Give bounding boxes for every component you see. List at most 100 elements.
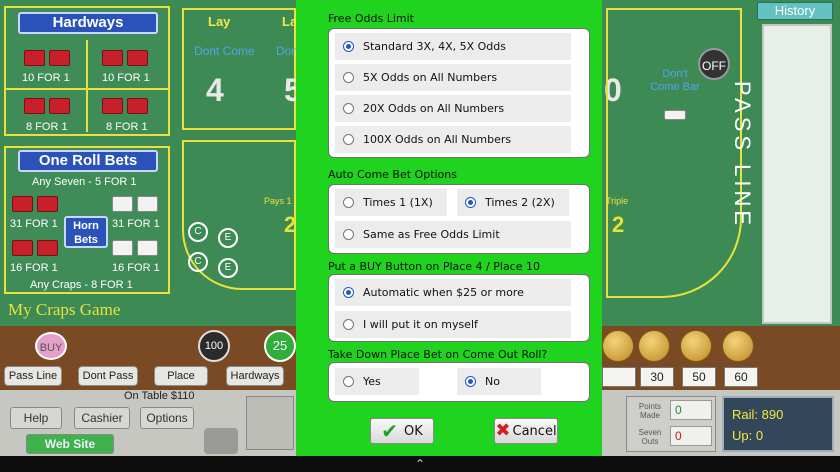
points-made-label: Points Made — [638, 402, 662, 420]
hard-10-dice[interactable] — [24, 50, 70, 66]
auto-come-option-same[interactable]: Same as Free Odds Limit — [335, 221, 571, 248]
points-made-value: 0 — [670, 400, 712, 420]
craps-e-button-2[interactable]: E — [218, 258, 238, 278]
craps-e-button[interactable]: E — [218, 228, 238, 248]
on-table-amount: On Table $110 — [124, 390, 195, 402]
up-amount: Up: 0 — [732, 428, 764, 443]
buy-option-automatic[interactable]: Automatic when $25 or more — [335, 279, 571, 306]
close-icon: ✖ — [495, 420, 511, 441]
checkmark-icon: ✔ — [381, 419, 398, 443]
one-roll-panel: One Roll Bets Any Seven - 5 FOR 1 31 FOR… — [4, 146, 170, 294]
free-odds-group: Standard 3X, 4X, 5X Odds 5X Odds on All … — [328, 28, 590, 158]
lay-label-2: La — [282, 14, 298, 29]
number-box-1[interactable] — [602, 367, 636, 387]
one-roll-dice-4[interactable] — [112, 240, 158, 256]
options-dialog: Free Odds Limit Standard 3X, 4X, 5X Odds… — [296, 0, 602, 456]
free-odds-option-20x[interactable]: 20X Odds on All Numbers — [335, 95, 571, 122]
buy-option-manual[interactable]: I will put it on myself — [335, 311, 571, 338]
one-roll-odds-3: 16 FOR 1 — [10, 262, 58, 274]
hard-odds-3: 8 FOR 1 — [26, 121, 68, 133]
place-4-box[interactable] — [182, 8, 296, 130]
number-box-30[interactable]: 30 — [640, 367, 674, 387]
field-two-left: 2 — [284, 212, 297, 237]
radio-selected-icon[interactable] — [465, 376, 476, 387]
radio-icon[interactable] — [343, 319, 354, 330]
radio-icon[interactable] — [343, 103, 354, 114]
auto-come-group: Times 1 (1X) Times 2 (2X) Same as Free O… — [328, 184, 590, 254]
chip-100[interactable]: 100 — [198, 330, 230, 362]
place-number-4[interactable]: 4 — [206, 72, 224, 109]
any-seven-label[interactable]: Any Seven - 5 FOR 1 — [32, 176, 137, 188]
radio-icon[interactable] — [343, 197, 354, 208]
auto-come-title: Auto Come Bet Options — [328, 168, 457, 181]
free-odds-option-100x[interactable]: 100X Odds on All Numbers — [335, 126, 571, 153]
radio-selected-icon[interactable] — [343, 41, 354, 52]
bet-place-button[interactable]: Place — [154, 366, 208, 386]
bet-hardways-button[interactable]: Hardways — [226, 366, 284, 386]
take-down-option-no[interactable]: No — [457, 368, 541, 395]
options-button[interactable]: Options — [140, 407, 194, 429]
seven-outs-label: Seven Outs — [638, 428, 662, 446]
one-roll-title: One Roll Bets — [18, 150, 158, 172]
hard-odds-1: 10 FOR 1 — [22, 72, 70, 84]
pays-label: Pays 1 — [264, 196, 292, 206]
dont-come-label-2: Don — [276, 44, 299, 58]
radio-icon[interactable] — [343, 229, 354, 240]
one-roll-odds-1: 31 FOR 1 — [10, 218, 58, 230]
take-down-option-yes[interactable]: Yes — [335, 368, 419, 395]
bet-pass-line-button[interactable]: Pass Line — [4, 366, 62, 386]
hardways-title: Hardways — [18, 12, 158, 34]
hard-odds-4: 8 FOR 1 — [106, 121, 148, 133]
buy-button[interactable]: BUY — [35, 332, 67, 360]
coin-chip-2[interactable] — [638, 330, 670, 362]
cancel-button[interactable]: ✖ Cancel — [494, 418, 558, 444]
take-down-group: Yes No — [328, 362, 590, 402]
number-box-60[interactable]: 60 — [724, 367, 758, 387]
hard-8-dice-2[interactable] — [102, 98, 148, 114]
hard-10-dice-2[interactable] — [102, 50, 148, 66]
hard-odds-2: 10 FOR 1 — [102, 72, 150, 84]
help-button[interactable]: Help — [10, 407, 62, 429]
one-roll-dice-2[interactable] — [112, 196, 158, 212]
radio-icon[interactable] — [343, 376, 354, 387]
one-roll-dice-3[interactable] — [12, 240, 58, 256]
chevron-up-icon[interactable]: ⌃ — [410, 457, 430, 471]
bet-dont-pass-button[interactable]: Dont Pass — [78, 366, 138, 386]
coin-chip-3[interactable] — [680, 330, 712, 362]
coin-chip-4[interactable] — [722, 330, 754, 362]
bar-dice — [664, 110, 686, 120]
craps-c-button[interactable]: C — [188, 222, 208, 242]
radio-selected-icon[interactable] — [343, 287, 354, 298]
radio-icon[interactable] — [343, 72, 354, 83]
ok-button[interactable]: ✔ OK — [370, 418, 434, 444]
one-roll-dice-1[interactable] — [12, 196, 58, 212]
lay-label-1: Lay — [208, 14, 231, 29]
buy-button-group: Automatic when $25 or more I will put it… — [328, 274, 590, 342]
dice-tray — [246, 396, 294, 450]
hard-8-dice[interactable] — [24, 98, 70, 114]
free-odds-option-standard[interactable]: Standard 3X, 4X, 5X Odds — [335, 33, 571, 60]
history-panel — [762, 24, 832, 324]
website-button[interactable]: Web Site — [26, 434, 114, 454]
cashier-button[interactable]: Cashier — [74, 407, 130, 429]
seven-outs-value: 0 — [670, 426, 712, 446]
auto-come-option-1x[interactable]: Times 1 (1X) — [335, 189, 447, 216]
free-odds-title: Free Odds Limit — [328, 12, 414, 25]
coin-chip-1[interactable] — [602, 330, 634, 362]
history-label: History — [757, 2, 833, 20]
craps-c-button-2[interactable]: C — [188, 252, 208, 272]
speaker-icon[interactable] — [204, 428, 238, 454]
any-craps-label[interactable]: Any Craps - 8 FOR 1 — [30, 279, 133, 291]
horn-bets-button[interactable]: Horn Bets — [64, 216, 108, 248]
one-roll-odds-4: 16 FOR 1 — [112, 262, 160, 274]
radio-icon[interactable] — [343, 134, 354, 145]
radio-selected-icon[interactable] — [465, 197, 476, 208]
chip-25[interactable]: 25 — [264, 330, 296, 362]
free-odds-option-5x[interactable]: 5X Odds on All Numbers — [335, 64, 571, 91]
rail-amount: Rail: 890 — [732, 407, 784, 422]
dont-come-bar-label: Don't Come Bar — [650, 68, 700, 93]
auto-come-option-2x[interactable]: Times 2 (2X) — [457, 189, 569, 216]
number-box-50[interactable]: 50 — [682, 367, 716, 387]
take-down-title: Take Down Place Bet on Come Out Roll? — [328, 348, 548, 361]
pass-line-label: PASS LINE — [730, 80, 755, 230]
